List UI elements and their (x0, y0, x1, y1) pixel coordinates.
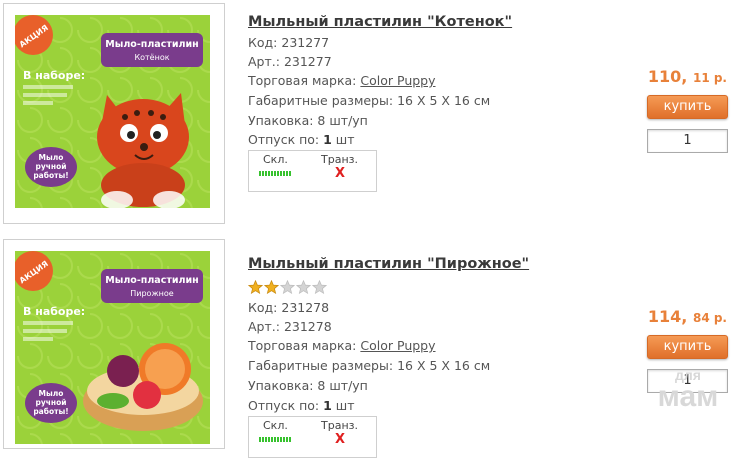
rating-stars[interactable] (248, 279, 328, 294)
code-value: 231278 (281, 300, 330, 315)
size-value: 16 X 5 X 16 см (397, 358, 491, 373)
set-label-text: В наборе: (23, 305, 85, 318)
pack-value: 8 шт/уп (317, 378, 368, 393)
box-title-text: Мыло-пластилин (105, 275, 198, 286)
art-label: Арт.: (248, 319, 280, 334)
star-empty-icon[interactable] (296, 280, 311, 294)
buy-button[interactable]: купить (647, 335, 728, 359)
watermark-logo: для мам (648, 368, 728, 412)
price-kopecks: 84 р. (692, 311, 727, 325)
art-value: 231278 (283, 319, 332, 334)
release-qty: 1 (323, 398, 332, 413)
stock-warehouse-header: Скл. (263, 419, 288, 432)
product-size: Габаритные размеры: 16 X 5 X 16 см (248, 358, 490, 373)
product-title-link[interactable]: Мыльный пластилин "Пирожное" (248, 256, 529, 272)
star-empty-icon[interactable] (280, 280, 295, 294)
stock-transit-header: Транз. (321, 419, 358, 432)
star-filled-icon[interactable] (264, 280, 279, 294)
release-label: Отпуск по: (248, 398, 320, 413)
box-subtitle-text: Пирожное (130, 289, 174, 298)
product-code: Код: 231278 (248, 300, 329, 315)
code-label: Код: (248, 300, 278, 315)
pack-label: Упаковка: (248, 378, 314, 393)
product-release: Отпуск по: 1 шт (248, 398, 355, 413)
watermark-line2: мам (657, 380, 719, 413)
star-filled-icon[interactable] (248, 280, 263, 294)
release-unit: шт (335, 398, 355, 413)
product-image: Мыло-пластилин Пирожное В наборе: Мыло р… (15, 251, 210, 444)
transit-unavailable-icon: X (335, 432, 346, 447)
star-empty-icon[interactable] (312, 280, 327, 294)
stock-table: Скл. Транз. X (248, 416, 377, 458)
size-label: Габаритные размеры: (248, 358, 394, 373)
product-brand: Торговая марка: Color Puppy (248, 338, 436, 353)
price-main: 114, (647, 307, 688, 326)
brand-link[interactable]: Color Puppy (360, 338, 435, 353)
brand-label: Торговая марка: (248, 338, 357, 353)
handmade-text: Мыло ручной работы! (33, 389, 69, 416)
price: 114, 84 р. (648, 307, 727, 326)
product-image-frame[interactable]: Мыло-пластилин Пирожное В наборе: Мыло р… (3, 239, 225, 449)
product-pack: Упаковка: 8 шт/уп (248, 378, 368, 393)
product-article: Арт.: 231278 (248, 319, 332, 334)
product-card: Мыло-пластилин Пирожное В наборе: Мыло р… (0, 0, 733, 458)
